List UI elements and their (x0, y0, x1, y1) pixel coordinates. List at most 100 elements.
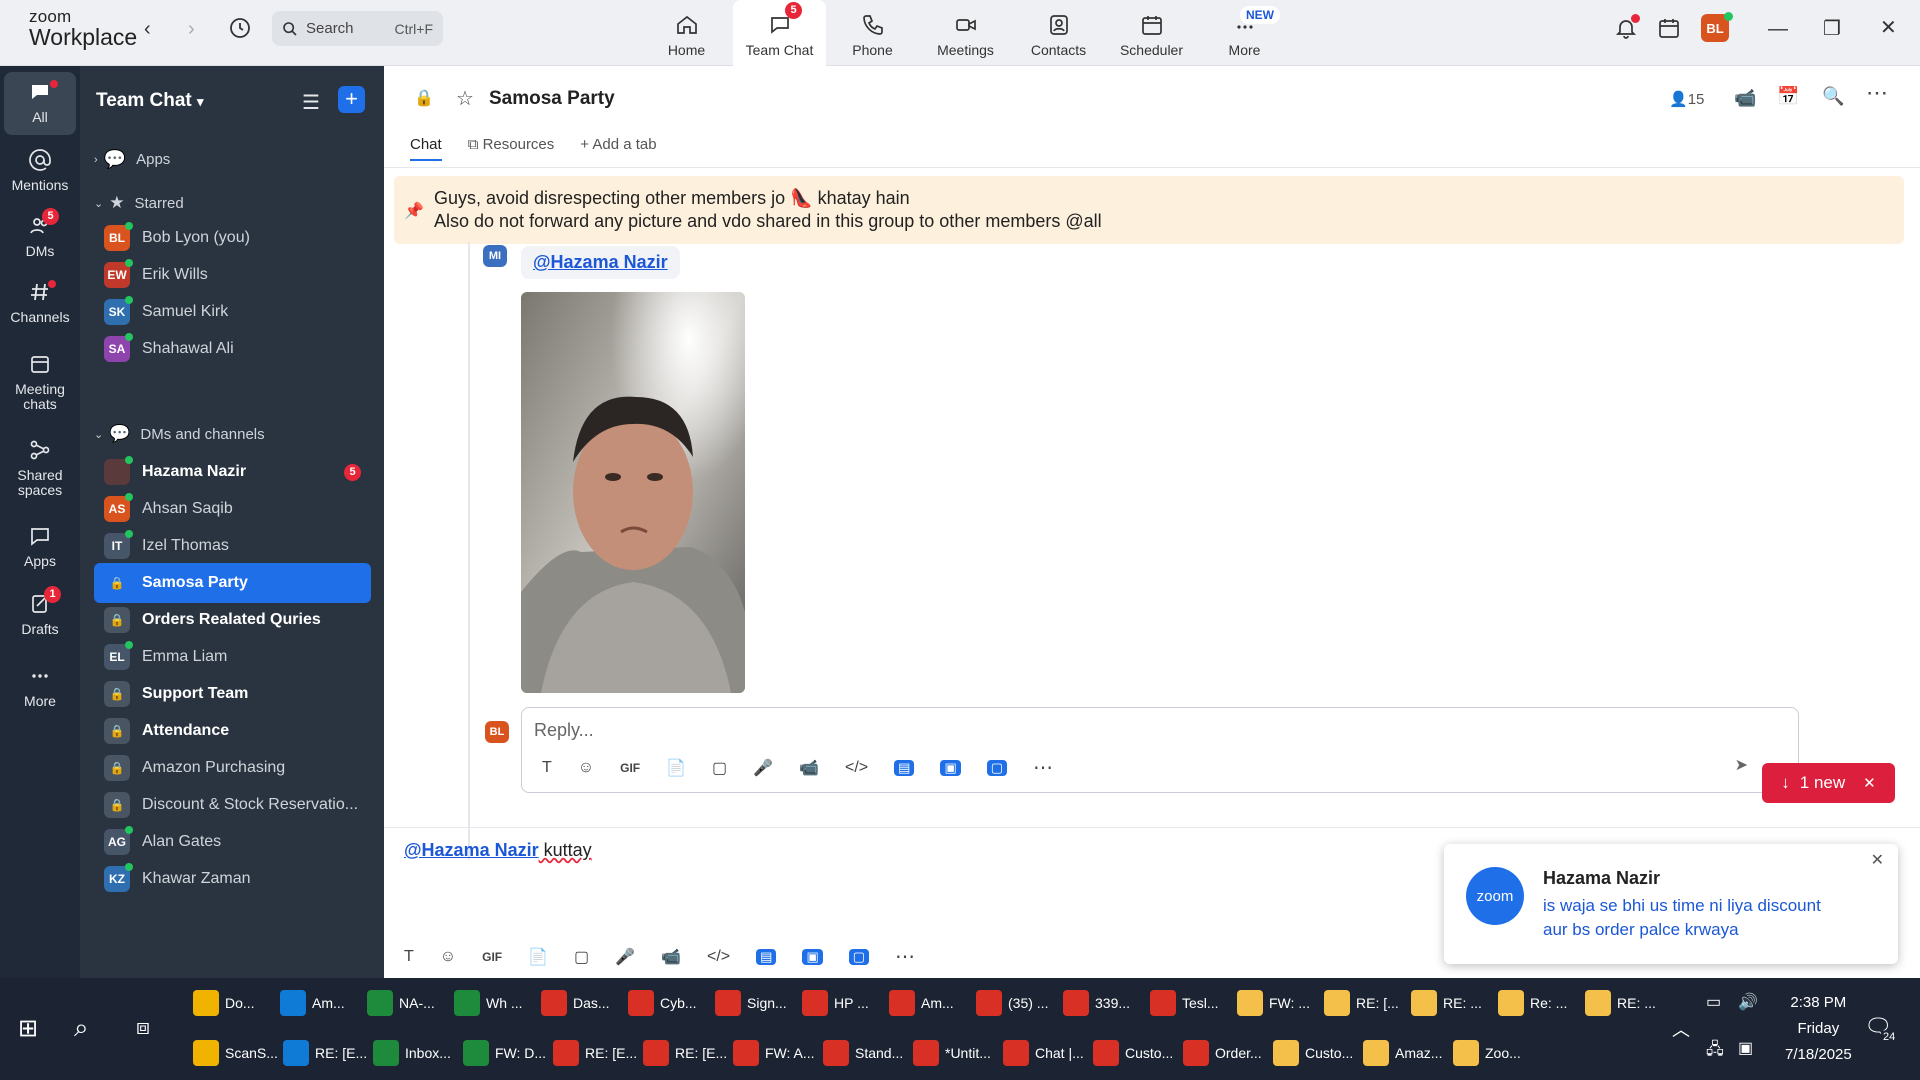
tab-contacts[interactable]: Contacts (1012, 0, 1105, 66)
sidebar-title[interactable]: Team Chat ▾ (96, 90, 204, 112)
star-outline-icon[interactable]: ☆ (456, 86, 474, 111)
message-mention[interactable]: @Hazama Nazir (533, 252, 668, 272)
taskbar-app[interactable]: RE: [... (1324, 984, 1399, 1022)
calendar-icon[interactable]: 📅 (1777, 86, 1799, 107)
add-icon[interactable]: + (338, 86, 365, 113)
file-icon[interactable]: 📄 (528, 947, 548, 967)
minimize-icon[interactable]: — (1768, 18, 1788, 41)
close-icon[interactable]: ✕ (1871, 850, 1884, 870)
taskbar-app[interactable]: Custo... (1273, 1034, 1353, 1072)
taskbar-app[interactable]: Cyb... (628, 984, 697, 1022)
rail-drafts[interactable]: Drafts 1 (0, 586, 80, 637)
taskbar-app[interactable]: Amaz... (1363, 1034, 1442, 1072)
sidebar-item[interactable]: IT Izel Thomas (94, 526, 371, 566)
gif-icon[interactable]: GIF (620, 761, 640, 775)
task-view-icon[interactable]: ⧈ (136, 1014, 150, 1040)
rail-shared-spaces[interactable]: Shared spaces (0, 438, 80, 498)
sidebar-item[interactable]: 🔒 Support Team (94, 674, 371, 714)
taskbar-app[interactable]: ScanS... (193, 1034, 278, 1072)
close-icon[interactable]: ✕ (1863, 774, 1876, 792)
sidebar-item[interactable]: KZ Khawar Zaman (94, 859, 371, 899)
taskbar-app[interactable]: (35) ... (976, 984, 1048, 1022)
video-message-icon[interactable]: 📹 (799, 758, 819, 778)
taskbar-app[interactable]: Chat |... (1003, 1034, 1084, 1072)
rail-meeting-chats[interactable]: Meeting chats (0, 352, 80, 412)
more-tools-icon[interactable]: ⋯ (1033, 755, 1053, 780)
network-icon[interactable]: 🖧 (1706, 1038, 1724, 1065)
taskbar-app[interactable]: Wh ... (454, 984, 523, 1022)
taskbar-app[interactable]: RE: ... (1411, 984, 1482, 1022)
video-message-icon[interactable]: 📹 (661, 947, 681, 967)
sidebar-item[interactable]: SA Shahawal Ali (94, 329, 371, 369)
taskbar-app[interactable]: 339... (1063, 984, 1130, 1022)
taskbar-app[interactable]: RE: [E... (283, 1034, 367, 1072)
bell-icon[interactable] (1614, 14, 1640, 46)
screenshot-icon[interactable]: ▢ (574, 947, 589, 967)
mic-icon[interactable]: 🎤 (753, 758, 773, 778)
apps-section[interactable]: › 💬 Apps (94, 149, 170, 170)
tab-phone[interactable]: Phone (826, 0, 919, 66)
reply-composer[interactable]: Reply... T ☺ GIF 📄 ▢ 🎤 📹 </> ▤ ▣ ▢ ⋯ ➤ (521, 707, 1799, 793)
filter-icon[interactable]: ☰ (302, 90, 320, 115)
taskbar-app[interactable]: NA-... (367, 984, 435, 1022)
rail-apps[interactable]: Apps (0, 524, 80, 569)
search-icon[interactable]: ⌕ (74, 1012, 89, 1044)
sender-avatar[interactable]: MI (483, 245, 507, 267)
app-icon-3[interactable]: ▢ (848, 948, 870, 965)
taskbar-app[interactable]: *Untit... (913, 1034, 991, 1072)
taskbar-app[interactable]: RE: [E... (643, 1034, 727, 1072)
taskbar-app[interactable]: Order... (1183, 1034, 1262, 1072)
display-icon[interactable]: ▣ (1738, 1038, 1753, 1058)
tab-scheduler[interactable]: Scheduler (1105, 0, 1198, 66)
rail-all[interactable]: All (4, 72, 76, 135)
battery-icon[interactable]: ▭ (1706, 992, 1721, 1012)
system-clock[interactable]: 2:38 PM Friday 7/18/2025 (1785, 978, 1852, 1080)
taskbar-app[interactable]: FW: D... (463, 1034, 546, 1072)
code-icon[interactable]: </> (845, 759, 868, 777)
rail-channels[interactable]: Channels (0, 280, 80, 325)
emoji-icon[interactable]: ☺ (578, 759, 594, 777)
history-icon[interactable] (228, 16, 252, 46)
emoji-icon[interactable]: ☺ (440, 948, 456, 966)
sidebar-item[interactable]: 🔒 Orders Realated Quries (94, 600, 371, 640)
format-text-icon[interactable]: T (542, 759, 552, 777)
taskbar-app[interactable]: Am... (889, 984, 954, 1022)
sidebar-item[interactable]: EW Erik Wills (94, 255, 371, 295)
close-window-icon[interactable]: ✕ (1880, 15, 1897, 40)
channel-title[interactable]: Samosa Party (489, 88, 615, 110)
sidebar-item[interactable]: EL Emma Liam (94, 637, 371, 677)
rail-dms[interactable]: DMs 5 (0, 208, 80, 259)
tab-resources[interactable]: ⧉ Resources (468, 136, 555, 161)
tab-add[interactable]: + Add a tab (580, 136, 656, 161)
more-options-icon[interactable]: ⋯ (1866, 80, 1888, 106)
taskbar-app[interactable]: Stand... (823, 1034, 903, 1072)
taskbar-app[interactable]: HP ... (802, 984, 869, 1022)
taskbar-app[interactable]: FW: ... (1237, 984, 1310, 1022)
tab-home[interactable]: Home (640, 0, 733, 66)
rail-mentions[interactable]: Mentions (0, 148, 80, 193)
back-arrow-icon[interactable]: ‹ (144, 18, 151, 41)
screenshot-icon[interactable]: ▢ (712, 758, 727, 778)
windows-start-icon[interactable]: ⊞ (18, 1014, 38, 1043)
taskbar-app[interactable]: Am... (280, 984, 345, 1022)
chevron-up-icon[interactable]: ︿ (1672, 1016, 1690, 1042)
sidebar-item[interactable]: AG Alan Gates (94, 822, 371, 862)
members-count[interactable]: 👤15 (1669, 90, 1704, 108)
sidebar-item[interactable]: 🔒 Attendance (94, 711, 371, 751)
pinned-message[interactable]: 📌 Guys, avoid disrespecting other member… (394, 176, 1904, 244)
search-icon[interactable]: 🔍 (1822, 86, 1844, 107)
tab-meetings[interactable]: Meetings (919, 0, 1012, 66)
dms-section[interactable]: ⌄ 💬 DMs and channels (94, 424, 265, 444)
app-icon-2[interactable]: ▣ (940, 759, 961, 776)
taskbar-app[interactable]: FW: A... (733, 1034, 815, 1072)
forward-arrow-icon[interactable]: › (188, 18, 195, 41)
mic-icon[interactable]: 🎤 (615, 947, 635, 967)
taskbar-app[interactable]: Zoo... (1453, 1034, 1521, 1072)
sidebar-item[interactable]: Hazama Nazir 5 (94, 452, 371, 492)
taskbar-app[interactable]: Inbox... (373, 1034, 451, 1072)
sidebar-item[interactable]: 🔒 Discount & Stock Reservatio... (94, 785, 371, 825)
code-icon[interactable]: </> (707, 948, 730, 966)
sidebar-item[interactable]: AS Ahsan Saqib (94, 489, 371, 529)
gif-icon[interactable]: GIF (482, 950, 502, 964)
video-icon[interactable]: 📹 (1734, 88, 1756, 109)
